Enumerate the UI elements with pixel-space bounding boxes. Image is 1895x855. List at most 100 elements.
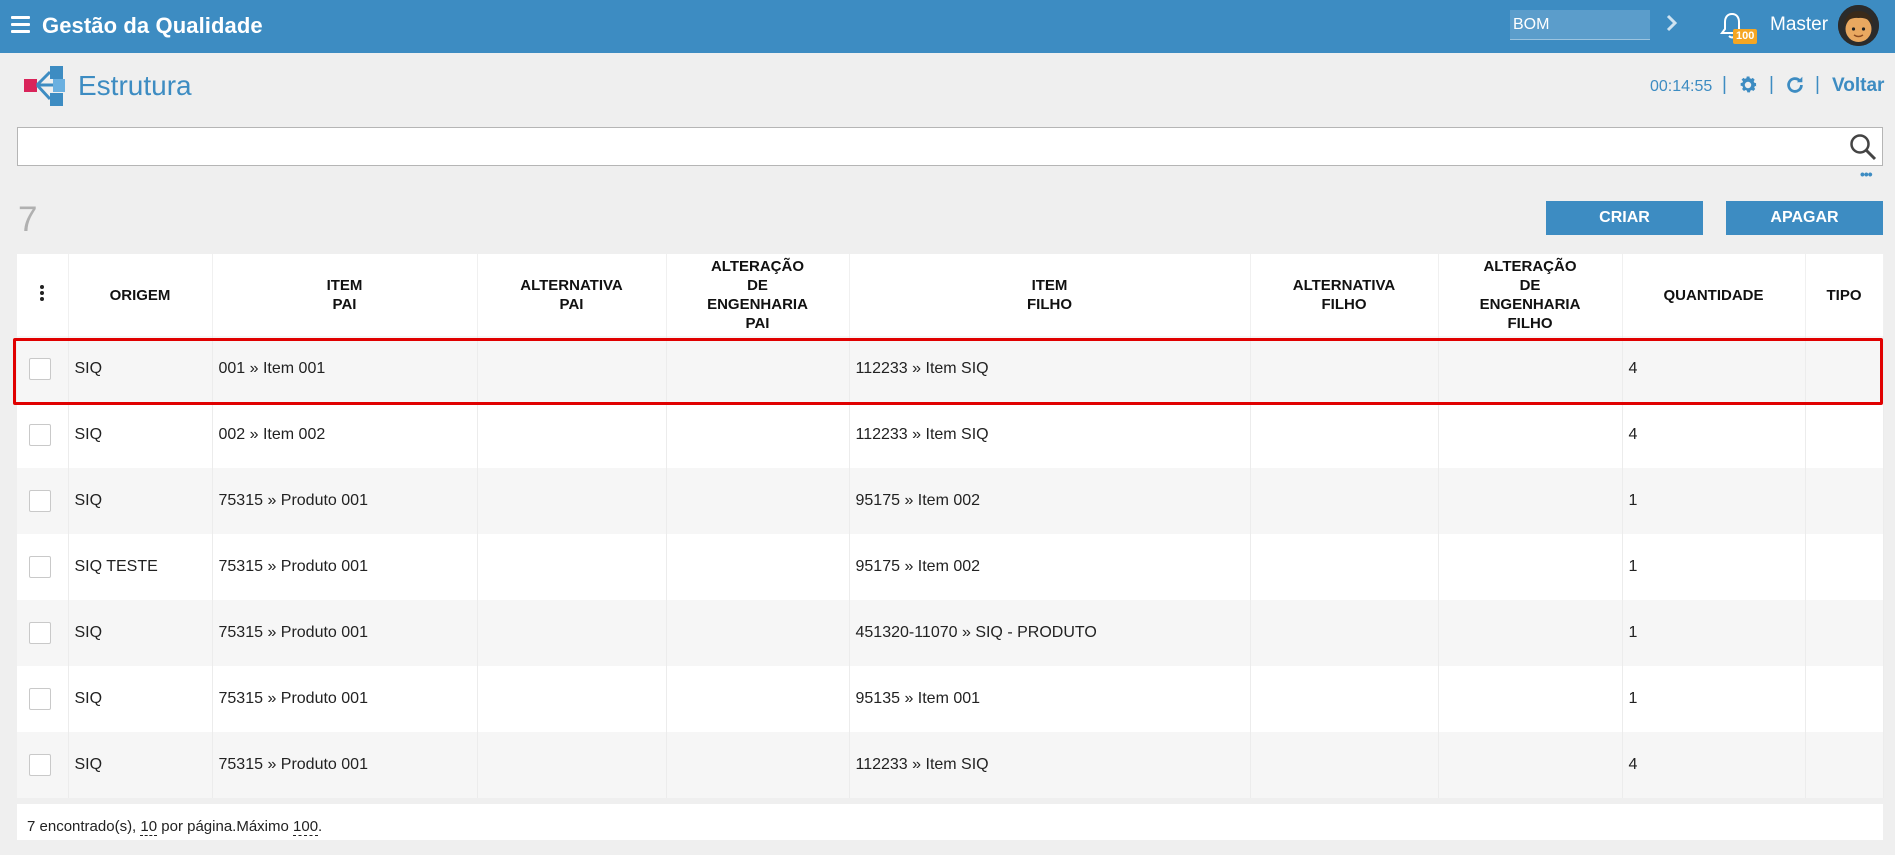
- table-cell: [1805, 402, 1884, 468]
- table-cell: [477, 336, 667, 402]
- table-cell: [1805, 600, 1884, 666]
- record-count: 7: [18, 200, 38, 239]
- table-cell: [1250, 402, 1439, 468]
- create-button[interactable]: CRIAR: [1546, 201, 1703, 235]
- search-input[interactable]: [18, 128, 1838, 165]
- avatar[interactable]: [1838, 5, 1879, 46]
- row-checkbox[interactable]: [29, 490, 51, 512]
- table-cell: SIQ: [68, 732, 213, 798]
- row-checkbox[interactable]: [29, 754, 51, 776]
- column-header[interactable]: ITEM PAI: [212, 254, 478, 336]
- per-page-select[interactable]: 10: [140, 818, 158, 836]
- table-cell: [1250, 534, 1439, 600]
- search-icon[interactable]: [1849, 133, 1877, 161]
- table-cell: [1438, 336, 1623, 402]
- table-cell: 451320-11070 » SIQ - PRODUTO: [849, 600, 1251, 666]
- column-header[interactable]: ITEM FILHO: [849, 254, 1251, 336]
- table-cell: [1438, 402, 1623, 468]
- table-cell: SIQ: [68, 468, 213, 534]
- user-avatar-icon: [1838, 5, 1879, 46]
- table-cell: [477, 666, 667, 732]
- table-cell: 95175 » Item 002: [849, 468, 1251, 534]
- bom-input[interactable]: [1510, 10, 1650, 40]
- table-row[interactable]: SIQ 75315 » Produto 001 95135 » Item 001 1: [17, 666, 1884, 732]
- column-header[interactable]: ALTERAÇÃO DE ENGENHARIA PAI: [666, 254, 850, 336]
- column-header[interactable]: QUANTIDADE: [1622, 254, 1806, 336]
- table-cell: [1805, 732, 1884, 798]
- divider: |: [1815, 74, 1820, 95]
- column-header[interactable]: ORIGEM: [68, 254, 213, 336]
- table-cell: 001 » Item 001: [212, 336, 478, 402]
- row-checkbox[interactable]: [29, 688, 51, 710]
- table-cell: 75315 » Produto 001: [212, 732, 478, 798]
- table-cell: [477, 402, 667, 468]
- table-cell: [666, 534, 850, 600]
- table-row[interactable]: SIQ 002 » Item 002 112233 » Item SIQ 4: [17, 402, 1884, 468]
- delete-button[interactable]: APAGAR: [1726, 201, 1883, 235]
- chevron-right-icon[interactable]: [1664, 13, 1680, 33]
- table-row[interactable]: SIQ 001 » Item 001 112233 » Item SIQ 4: [17, 336, 1884, 402]
- table-cell: 95175 » Item 002: [849, 534, 1251, 600]
- table-row[interactable]: SIQ TESTE 75315 » Produto 001 95175 » Item…: [17, 534, 1884, 600]
- row-checkbox[interactable]: [29, 358, 51, 380]
- table-row[interactable]: SIQ 75315 » Produto 001 95175 » Item 002 1: [17, 468, 1884, 534]
- table-cell: [666, 336, 850, 402]
- table-cell: [1438, 600, 1623, 666]
- row-select-cell: [17, 402, 69, 468]
- table-cell: [1438, 468, 1623, 534]
- user-name[interactable]: Master: [1770, 14, 1828, 36]
- table-cell: 002 » Item 002: [212, 402, 478, 468]
- session-timer: 00:14:55: [1650, 78, 1713, 95]
- back-link[interactable]: Voltar: [1832, 75, 1884, 97]
- table-cell: 1: [1622, 468, 1806, 534]
- kebab-menu-icon[interactable]: [40, 283, 45, 303]
- page-title: Estrutura: [78, 70, 192, 101]
- table-cell: [477, 732, 667, 798]
- data-table: ORIGEM ITEM PAI ALTERNATIVA PAI ALTERAÇÃO D…: [17, 254, 1884, 798]
- table-row[interactable]: SIQ 75315 » Produto 001 112233 » Item SIQ 4: [17, 732, 1884, 798]
- table-header-row: ORIGEM ITEM PAI ALTERNATIVA PAI ALTERAÇÃO D…: [17, 254, 1884, 336]
- row-select-cell: [17, 666, 69, 732]
- table-cell: 112233 » Item SIQ: [849, 732, 1251, 798]
- table-cell: SIQ: [68, 600, 213, 666]
- table-cell: [1805, 534, 1884, 600]
- column-header[interactable]: TIPO: [1805, 254, 1884, 336]
- search-bar: [17, 127, 1883, 166]
- column-header[interactable]: ALTERNATIVA FILHO: [1250, 254, 1439, 336]
- table-cell: [477, 468, 667, 534]
- table-cell: 75315 » Produto 001: [212, 666, 478, 732]
- table-cell: 112233 » Item SIQ: [849, 336, 1251, 402]
- hamburger-menu-icon[interactable]: [11, 16, 30, 33]
- top-bar: Gestão da Qualidade 100 Master: [0, 0, 1895, 53]
- structure-icon: [24, 66, 65, 106]
- more-options-icon[interactable]: •••: [1860, 166, 1873, 182]
- row-checkbox[interactable]: [29, 424, 51, 446]
- table-cell: [1805, 468, 1884, 534]
- table-cell: 1: [1622, 600, 1806, 666]
- row-select-cell: [17, 468, 69, 534]
- column-header[interactable]: ALTERNATIVA PAI: [477, 254, 667, 336]
- column-header[interactable]: ALTERAÇÃO DE ENGENHARIA FILHO: [1438, 254, 1623, 336]
- column-menu[interactable]: [17, 254, 69, 336]
- table-cell: [1250, 600, 1439, 666]
- table-cell: 4: [1622, 336, 1806, 402]
- table-cell: [1250, 336, 1439, 402]
- table-cell: [1438, 534, 1623, 600]
- row-select-cell: [17, 600, 69, 666]
- table-cell: 112233 » Item SIQ: [849, 402, 1251, 468]
- gear-icon[interactable]: [1737, 74, 1759, 96]
- table-cell: [666, 468, 850, 534]
- table-cell: 1: [1622, 534, 1806, 600]
- pagination-footer: 7 encontrado(s), 10 por página.Máximo 10…: [17, 804, 1883, 840]
- refresh-icon[interactable]: [1784, 74, 1806, 96]
- row-checkbox[interactable]: [29, 622, 51, 644]
- max-select[interactable]: 100: [293, 818, 319, 836]
- table-cell: [666, 732, 850, 798]
- divider: |: [1769, 74, 1774, 95]
- table-cell: [1438, 666, 1623, 732]
- table-cell: [477, 600, 667, 666]
- table-cell: 75315 » Produto 001: [212, 468, 478, 534]
- table-cell: [1250, 732, 1439, 798]
- table-row[interactable]: SIQ 75315 » Produto 001 451320-11070 » SIQ…: [17, 600, 1884, 666]
- row-checkbox[interactable]: [29, 556, 51, 578]
